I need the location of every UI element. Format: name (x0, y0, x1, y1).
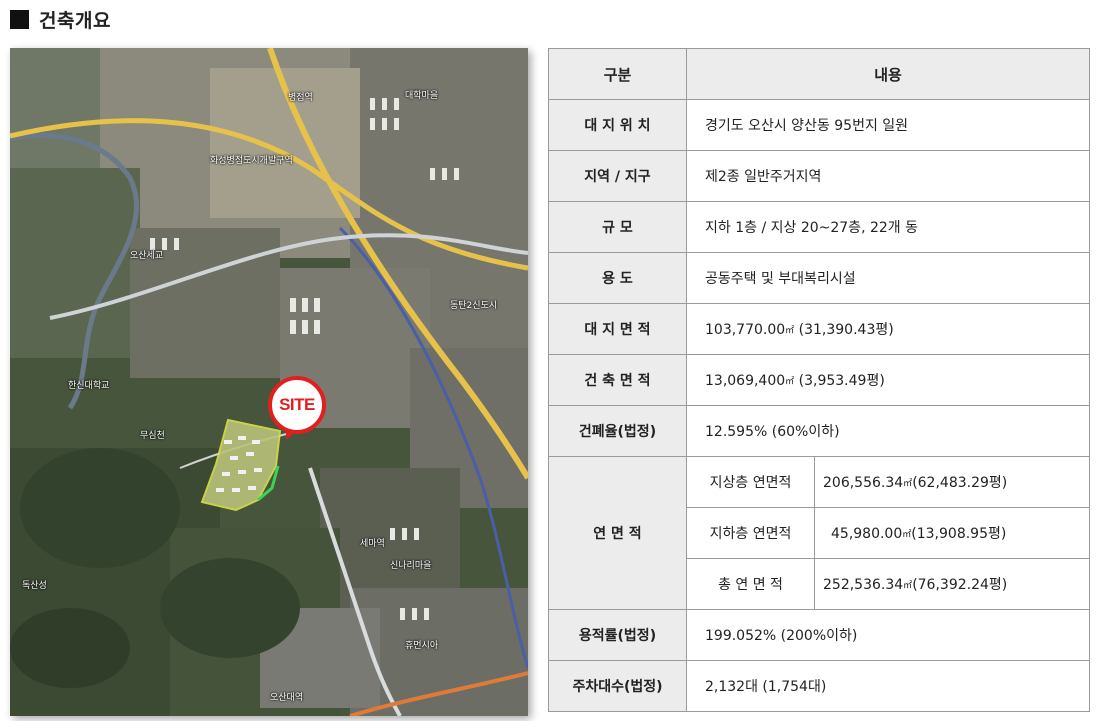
map-label: 독산성 (22, 581, 47, 591)
row-key-coverage: 건폐율(법정) (548, 405, 687, 457)
table-row: 건 축 면 적 13,069,400㎡ (3,953.49평) (548, 354, 1090, 406)
row-value-far: 199.052% (200%이하) (686, 609, 1090, 661)
header-category: 구분 (548, 48, 687, 100)
row-value-building-area: 13,069,400㎡ (3,953.49평) (686, 354, 1090, 406)
row-key-building-area: 건 축 면 적 (548, 354, 687, 406)
sub-value-total: 252,536.34㎡(76,392.24평) (814, 558, 1090, 610)
row-value-site-location: 경기도 오산시 양산동 95번지 일원 (686, 99, 1090, 151)
section-title: 건축개요 (10, 6, 111, 32)
map-label: 신나리마을 (390, 561, 432, 571)
table-header-row: 구분 내용 (548, 48, 1090, 100)
building-overview-table: 구분 내용 대 지 위 치 경기도 오산시 양산동 95번지 일원 지역 / 지… (548, 48, 1090, 712)
row-value-scale: 지하 1층 / 지상 20~27층, 22개 동 (686, 201, 1090, 253)
site-marker: SITE (268, 376, 334, 442)
table-row: 지역 / 지구 제2종 일반주거지역 (548, 150, 1090, 202)
sub-key-underground: 지하층 연면적 (686, 507, 815, 559)
row-value-parking: 2,132대 (1,754대) (686, 660, 1090, 712)
sub-key-above-ground: 지상층 연면적 (686, 456, 815, 508)
site-aerial-map: 병점역 대학마을 화성병점도시개발구역 오산세교 한신대학교 독산성 세마역 신… (10, 48, 528, 716)
map-label: 대학마을 (405, 91, 439, 101)
table-row: 대 지 면 적 103,770.00㎡ (31,390.43평) (548, 303, 1090, 355)
header-content: 내용 (686, 48, 1090, 100)
row-key-use: 용 도 (548, 252, 687, 304)
map-label: 휴먼시아 (405, 641, 439, 651)
section-title-text: 건축개요 (39, 9, 111, 32)
map-label: 한신대학교 (68, 381, 110, 391)
row-key-zone: 지역 / 지구 (548, 150, 687, 202)
row-key-far: 용적률(법정) (548, 609, 687, 661)
row-key-parking: 주차대수(법정) (548, 660, 687, 712)
map-label: 병점역 (288, 93, 313, 103)
table-row: 규 모 지하 1층 / 지상 20~27층, 22개 동 (548, 201, 1090, 253)
row-key-land-area: 대 지 면 적 (548, 303, 687, 355)
row-value-land-area: 103,770.00㎡ (31,390.43평) (686, 303, 1090, 355)
map-label: 화성병점도시개발구역 (210, 156, 293, 166)
row-value-zone: 제2종 일반주거지역 (686, 150, 1090, 202)
sub-key-total: 총 연 면 적 (686, 558, 815, 610)
map-label: 오산대역 (270, 693, 304, 703)
sub-value-above-ground: 206,556.34㎡(62,483.29평) (814, 456, 1090, 508)
table-row: 연 면 적 지상층 연면적 206,556.34㎡(62,483.29평) (548, 456, 1090, 610)
map-label: 세마역 (360, 539, 385, 549)
row-key-floor-area: 연 면 적 (548, 456, 687, 610)
table-row: 용 도 공동주택 및 부대복리시설 (548, 252, 1090, 304)
table-row: 주차대수(법정) 2,132대 (1,754대) (548, 660, 1090, 712)
row-key-site-location: 대 지 위 치 (548, 99, 687, 151)
square-bullet-icon (10, 9, 29, 29)
map-label: 동탄2신도시 (450, 301, 498, 311)
table-row: 용적률(법정) 199.052% (200%이하) (548, 609, 1090, 661)
sub-value-underground: 45,980.00㎡(13,908.95평) (814, 507, 1090, 559)
table-row: 건폐율(법정) 12.595% (60%이하) (548, 405, 1090, 457)
row-key-scale: 규 모 (548, 201, 687, 253)
row-value-coverage: 12.595% (60%이하) (686, 405, 1090, 457)
site-marker-label: SITE (279, 395, 315, 414)
table-row: 대 지 위 치 경기도 오산시 양산동 95번지 일원 (548, 99, 1090, 151)
row-value-use: 공동주택 및 부대복리시설 (686, 252, 1090, 304)
map-label: 무심천 (140, 431, 165, 441)
map-label: 오산세교 (130, 251, 164, 261)
